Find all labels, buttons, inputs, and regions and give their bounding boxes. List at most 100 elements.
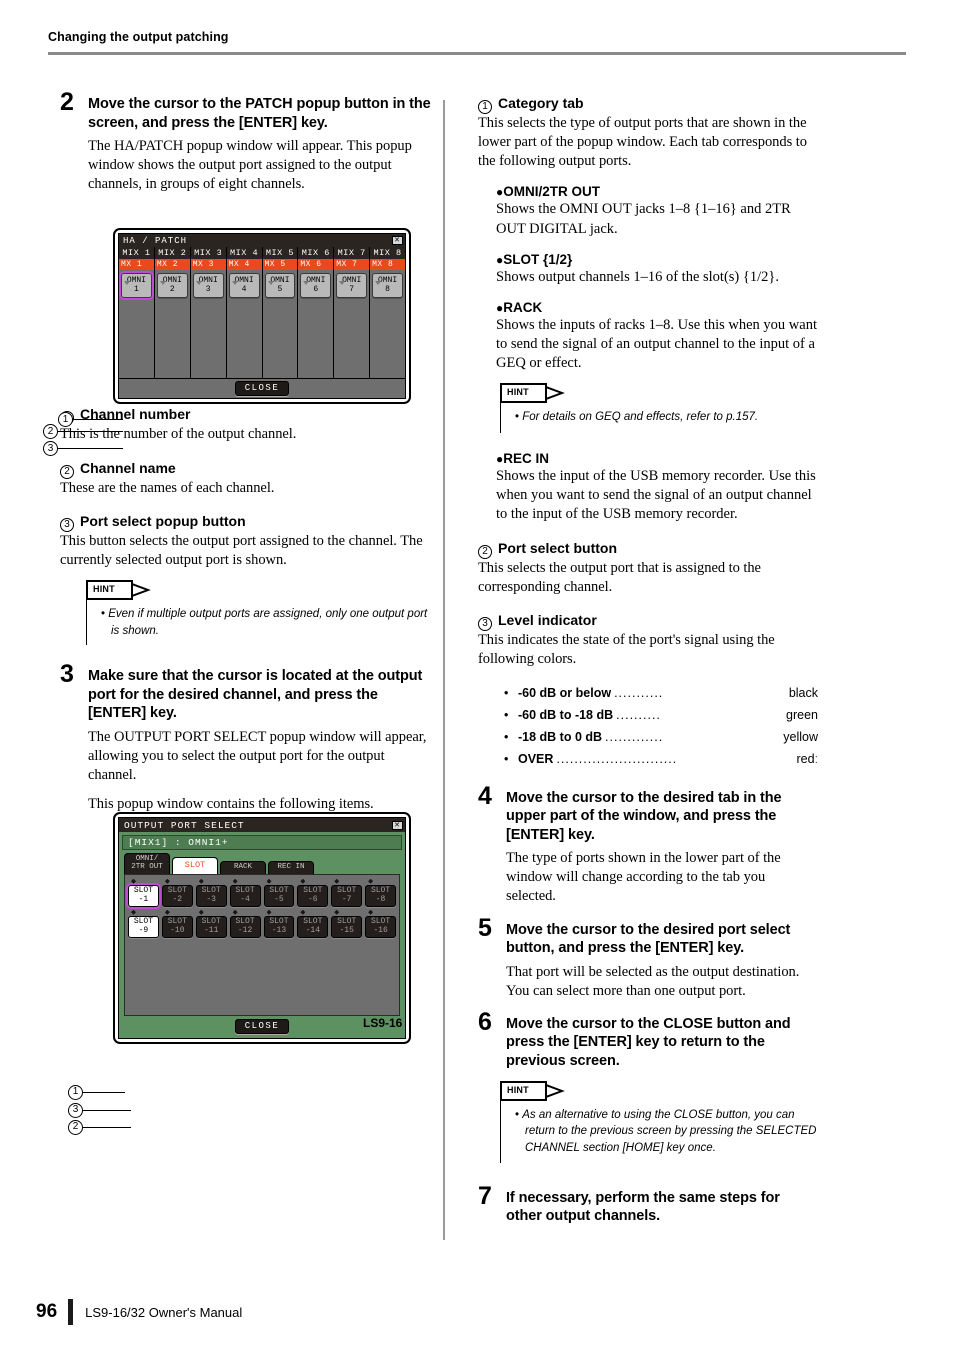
port-select-popup-button[interactable]: OMNI 6 <box>300 273 332 298</box>
circled-number-icon: 3 <box>60 517 74 532</box>
callout-item-1: 1 Channel number This is the number of t… <box>60 406 432 444</box>
port-select-button[interactable]: SLOT -10 <box>161 915 193 938</box>
close-button[interactable]: CLOSE <box>234 381 290 396</box>
triangle-down-icon <box>124 281 130 285</box>
channel-number: MIX 8 <box>370 247 405 259</box>
step-2-body: The HA/PATCH popup window will appear. T… <box>88 138 412 193</box>
port-cell: SLOT -7 <box>331 878 363 907</box>
port-select-button[interactable]: SLOT -1 <box>126 882 161 909</box>
port-select-button[interactable]: SLOT -4 <box>229 884 261 907</box>
bullet-icon: • <box>504 686 509 700</box>
port-select-popup-button[interactable]: OMNI 2 <box>156 273 188 298</box>
category-tab[interactable]: SLOT <box>172 856 218 874</box>
hint-box-3: HINT As an alternative to using the CLOS… <box>500 1080 818 1163</box>
hint-box-2: HINT For details on GEQ and effects, ref… <box>500 383 818 434</box>
channel-number: MIX 2 <box>154 247 190 259</box>
port-select-popup-button[interactable]: OMNI 4 <box>228 273 260 298</box>
close-button[interactable]: CLOSE <box>234 1019 290 1035</box>
port-select-popup-button[interactable]: OMNI 3 <box>192 273 224 298</box>
step-4-number: 4 <box>478 781 492 810</box>
category-tab[interactable]: RACK <box>220 860 266 874</box>
manual-page: Changing the output patching 2 Move the … <box>0 0 954 1351</box>
callout-leader-2 <box>58 431 123 433</box>
step-3-body: The OUTPUT PORT SELECT popup window will… <box>88 728 427 784</box>
port-select-popup-button[interactable]: OMNI 5 <box>264 273 296 298</box>
step-3-number: 3 <box>60 660 74 689</box>
channel-name: MX 8 <box>370 259 405 270</box>
category-tab-label: RACK <box>233 862 252 871</box>
callout-item-2-title: Port select button <box>498 539 618 556</box>
ops-category-tabs: OMNI/2TR OUT SLOT RACK REC IN <box>124 853 405 874</box>
sub-item-recin-body: Shows the input of the USB memory record… <box>496 468 816 523</box>
port-select-button[interactable]: SLOT -3 <box>195 884 227 907</box>
hint-bullet: Even if multiple output ports are assign… <box>101 606 432 639</box>
level-color-value: redː <box>796 751 818 766</box>
step-2: 2 Move the cursor to the PATCH popup but… <box>60 90 432 194</box>
level-indicator <box>164 878 170 884</box>
port-select-button[interactable]: SLOT -6 <box>297 884 329 907</box>
channel-name: MX 2 <box>154 259 190 270</box>
port-label-number: 4 <box>241 284 247 294</box>
category-tab[interactable]: OMNI/2TR OUT <box>124 853 170 874</box>
callout-item-2-heading: 2 Channel name <box>60 460 432 479</box>
port-button-label-number: -15 <box>339 925 354 935</box>
hint-label: HINT <box>93 583 115 594</box>
ha-patch-window[interactable]: HA / PATCH ✕ MIX 1 MX 1 OMNI 1 MIX 2 MX 2 OMNI… <box>43 228 411 456</box>
callout-marker-1: 1 <box>58 412 73 427</box>
level-color-value: yellow <box>783 729 818 744</box>
circled-number-icon: 1 <box>478 100 492 114</box>
output-port-select-window[interactable]: OUTPUT PORT SELECT ✕ [MIX1] : OMNI1+ OMN… <box>68 812 411 1135</box>
sub-item-recin-heading: ●REC IN <box>496 451 818 466</box>
port-select-button[interactable]: SLOT -16 <box>365 915 396 938</box>
level-color-value: green <box>786 707 818 722</box>
port-select-button[interactable]: SLOT -13 <box>263 915 295 938</box>
step-4: 4 Move the cursor to the desired tab in … <box>478 783 818 907</box>
close-icon[interactable]: ✕ <box>392 236 403 245</box>
channel-name: MX 5 <box>262 259 298 270</box>
port-select-popup-button[interactable]: OMNI 7 <box>336 273 368 298</box>
hint-tag: HINT <box>500 383 578 404</box>
step-3-heading: Make sure that the cursor is located at … <box>88 668 423 722</box>
port-select-button[interactable]: SLOT -14 <box>297 915 329 938</box>
port-select-button[interactable]: SLOT -8 <box>365 884 396 907</box>
channel-name: MX 7 <box>334 259 370 270</box>
port-cell: SLOT -8 <box>365 878 396 907</box>
port-cell: SLOT -3 <box>195 878 227 907</box>
ha-patch-bezel: HA / PATCH ✕ MIX 1 MX 1 OMNI 1 MIX 2 MX 2 OMNI… <box>113 228 411 404</box>
step-7: 7 If necessary, perform the same steps f… <box>478 1183 818 1226</box>
level-range-label: -60 dB to -18 dB <box>518 707 614 722</box>
channel-cell: OMNI 7 <box>334 270 369 378</box>
port-select-button[interactable]: SLOT -9 <box>128 915 159 938</box>
port-button-label-number: -16 <box>373 925 388 935</box>
port-select-popup-button[interactable]: OMNI 8 <box>372 273 403 298</box>
channel-name: MX 4 <box>226 259 262 270</box>
level-color-list: • -60 dB or below........... black • -60 dB … <box>504 683 818 771</box>
footer-manual-name: LS9-16/32 Owner's Manual <box>85 1304 243 1320</box>
category-tab[interactable]: REC IN <box>268 860 314 874</box>
port-cell: SLOT -10 <box>161 909 193 938</box>
ops-titlebar: OUTPUT PORT SELECT ✕ <box>119 818 405 832</box>
leader-dots: ........................... <box>556 751 678 766</box>
sub-item-omni2tr-body: Shows the OMNI OUT jacks 1–8 {1–16} and … <box>496 201 791 237</box>
channel-name: MX 6 <box>298 259 334 270</box>
ha-patch-title: HA / PATCH <box>123 235 188 246</box>
port-select-button[interactable]: SLOT -2 <box>161 884 193 907</box>
ha-patch-channel-strip: MIX 4 MX 4 OMNI 4 <box>226 247 263 378</box>
port-button-label-number: -3 <box>206 894 216 904</box>
level-indicator <box>334 878 340 884</box>
sub-item-recin-title: REC IN <box>503 451 550 467</box>
port-select-button[interactable]: SLOT -11 <box>195 915 227 938</box>
port-select-button[interactable]: SLOT -15 <box>331 915 363 938</box>
port-button-label-number: -12 <box>237 925 253 935</box>
port-select-popup-button[interactable]: OMNI 1 <box>119 271 154 300</box>
triangle-down-icon <box>339 281 346 285</box>
port-select-button[interactable]: SLOT -12 <box>229 915 261 938</box>
sub-item-rack-body: Shows the inputs of racks 1–8. Use this … <box>496 316 817 371</box>
channel-number: MIX 6 <box>298 247 334 259</box>
leader-dots: ............. <box>605 729 664 744</box>
callout-item-1-body: This is the number of the output channel… <box>60 426 297 443</box>
port-select-button[interactable]: SLOT -7 <box>331 884 363 907</box>
port-select-button[interactable]: SLOT -5 <box>263 884 295 907</box>
level-indicator <box>334 909 340 915</box>
close-icon[interactable]: ✕ <box>392 820 403 830</box>
